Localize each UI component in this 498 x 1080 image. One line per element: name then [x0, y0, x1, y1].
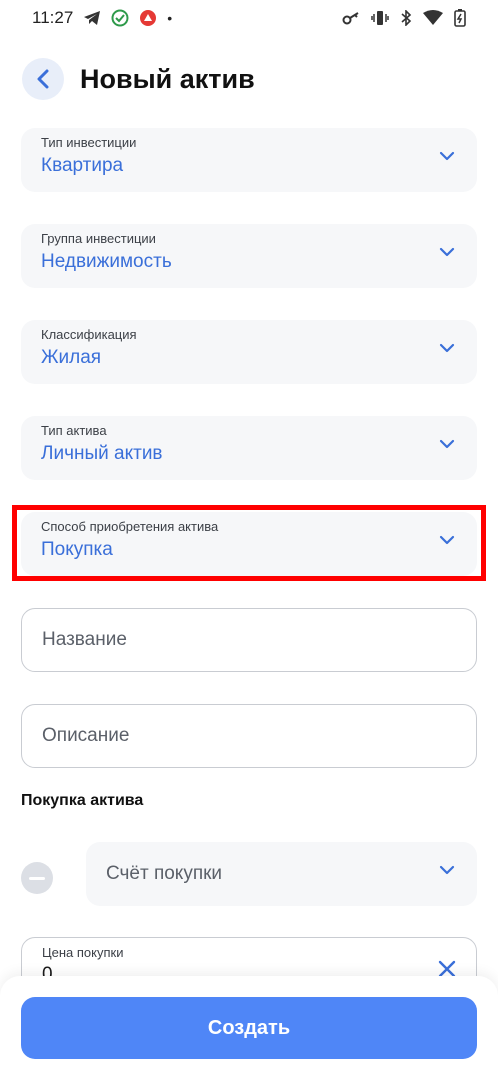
- acquisition-method-select[interactable]: Способ приобретения актива Покупка: [21, 512, 477, 576]
- page-header: Новый актив: [22, 58, 255, 100]
- status-bar: 11:27 •: [0, 0, 498, 36]
- field-label: Тип актива: [41, 423, 107, 438]
- classification-select[interactable]: Классификация Жилая: [21, 320, 477, 384]
- chevron-down-icon: [439, 343, 455, 353]
- field-value: Недвижимость: [41, 251, 172, 272]
- chevron-down-icon: [439, 865, 455, 875]
- asset-type-select[interactable]: Тип актива Личный актив: [21, 416, 477, 480]
- back-button[interactable]: [22, 58, 64, 100]
- field-label: Цена покупки: [42, 945, 124, 960]
- battery-icon: [454, 9, 466, 27]
- notification-dot: •: [167, 10, 173, 26]
- field-value: Личный актив: [41, 443, 163, 464]
- field-label: Тип инвестиции: [41, 135, 137, 150]
- bluetooth-icon: [400, 10, 412, 26]
- bottom-panel: Создать: [0, 976, 498, 1080]
- purchase-account-select[interactable]: Счёт покупки: [86, 842, 477, 906]
- description-input[interactable]: Описание: [21, 704, 477, 768]
- investment-group-select[interactable]: Группа инвестиции Недвижимость: [21, 224, 477, 288]
- name-input[interactable]: Название: [21, 608, 477, 672]
- name-placeholder: Название: [42, 629, 127, 650]
- wifi-icon: [423, 10, 443, 26]
- field-label: Способ приобретения актива: [41, 519, 219, 534]
- key-icon: [342, 11, 360, 25]
- page-title: Новый актив: [80, 63, 255, 94]
- status-right: [342, 9, 466, 27]
- status-left: 11:27 •: [32, 8, 172, 28]
- description-placeholder: Описание: [42, 725, 130, 746]
- field-value: Жилая: [41, 347, 102, 368]
- chevron-down-icon: [439, 151, 455, 161]
- account-placeholder: Счёт покупки: [106, 863, 223, 884]
- status-time: 11:27: [32, 8, 74, 27]
- minus-icon: [29, 876, 45, 880]
- chevron-left-icon: [37, 69, 49, 89]
- field-label: Классификация: [41, 327, 137, 342]
- app-notification-icon: [139, 9, 157, 27]
- section-title: Покупка актива: [21, 792, 144, 809]
- create-button[interactable]: Создать: [21, 997, 477, 1059]
- chevron-down-icon: [439, 247, 455, 257]
- field-value: Квартира: [41, 155, 124, 176]
- check-circle-icon: [111, 9, 129, 27]
- chevron-down-icon: [439, 439, 455, 449]
- field-label: Группа инвестиции: [41, 231, 156, 246]
- field-value: Покупка: [41, 539, 113, 560]
- vibrate-icon: [371, 10, 389, 26]
- investment-type-select[interactable]: Тип инвестиции Квартира: [21, 128, 477, 192]
- telegram-icon: [83, 10, 101, 26]
- remove-button[interactable]: [21, 862, 53, 894]
- chevron-down-icon: [439, 535, 455, 545]
